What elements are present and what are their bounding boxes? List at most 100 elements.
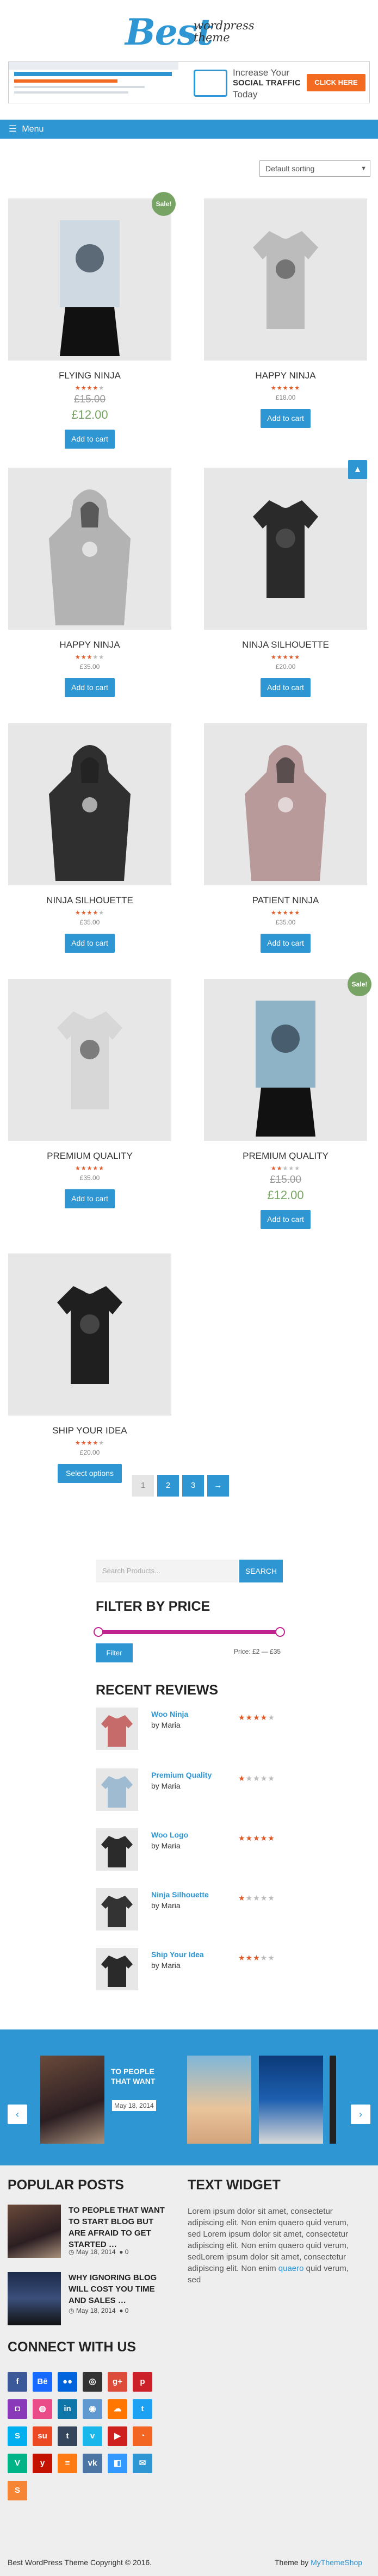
stumbleupon-icon[interactable]: su	[33, 2426, 52, 2446]
review-item[interactable]: Ship Your Idea by Maria ★★★★★	[96, 1948, 281, 1991]
product-card[interactable]: Sale! FLYING NINJA ★★★★★ £15.00 £12.00 Ad…	[8, 192, 176, 449]
email-icon[interactable]: ✉	[133, 2454, 152, 2473]
linkedin-icon[interactable]: in	[58, 2399, 77, 2419]
youtube-icon[interactable]: ▶	[108, 2426, 127, 2446]
page-1[interactable]: 1	[132, 1475, 154, 1497]
add-to-cart-button[interactable]: Select options	[58, 1464, 122, 1483]
review-product-link[interactable]: Premium Quality	[151, 1771, 212, 1779]
add-to-cart-button[interactable]: Add to cart	[65, 1189, 115, 1208]
product-name[interactable]: FLYING NINJA	[8, 370, 171, 381]
reddit-icon[interactable]: ◉	[83, 2399, 102, 2419]
main-menu-bar[interactable]: ☰ Menu	[0, 120, 378, 139]
review-item[interactable]: Woo Logo by Maria ★★★★★	[96, 1828, 281, 1872]
product-name[interactable]: PREMIUM QUALITY	[8, 1151, 171, 1162]
add-to-cart-button[interactable]: Add to cart	[261, 409, 311, 428]
search-button[interactable]: SEARCH	[239, 1560, 283, 1582]
post-title[interactable]: WHY IGNORING BLOG WILL COST YOU TIME AND…	[69, 2272, 166, 2306]
behance-icon[interactable]: Bē	[33, 2372, 52, 2392]
product-card[interactable]: HAPPY NINJA ★★★★★ £35.00 Add to cart	[8, 468, 171, 697]
theme-link[interactable]: MyThemeShop	[311, 2558, 362, 2567]
product-name[interactable]: NINJA SILHOUETTE	[8, 895, 171, 906]
product-image[interactable]	[8, 1253, 171, 1416]
carousel-image-1[interactable]	[40, 2056, 104, 2144]
tumblr-icon[interactable]: t	[58, 2426, 77, 2446]
google-plus-icon[interactable]: g+	[108, 2372, 127, 2392]
product-card[interactable]: Sale! PREMIUM QUALITY ★★★★★ £15.00 £12.00…	[204, 972, 371, 1229]
pinterest-icon[interactable]: p	[133, 2372, 152, 2392]
review-thumbnail[interactable]	[96, 1888, 138, 1931]
product-image[interactable]	[204, 198, 367, 361]
vimeo-icon[interactable]: v	[83, 2426, 102, 2446]
product-card[interactable]: NINJA SILHOUETTE ★★★★★ £35.00 Add to car…	[8, 723, 171, 953]
post-title[interactable]: TO PEOPLE THAT WANT TO START BLOG BUT AR…	[69, 2205, 166, 2250]
sorting-select[interactable]: Default sorting ▼	[259, 160, 370, 177]
slider-handle-max[interactable]	[275, 1627, 285, 1637]
flickr-icon[interactable]: ●●	[58, 2372, 77, 2392]
add-to-cart-button[interactable]: Add to cart	[261, 934, 311, 953]
product-name[interactable]: PREMIUM QUALITY	[204, 1151, 367, 1162]
scroll-to-top-button[interactable]: ▲	[348, 460, 367, 479]
popular-post-1[interactable]: TO PEOPLE THAT WANT TO START BLOG BUT AR…	[8, 2205, 171, 2259]
product-image[interactable]	[204, 468, 367, 630]
product-card[interactable]: SHIP YOUR IDEA ★★★★★ £20.00 Select optio…	[8, 1253, 171, 1483]
carousel-next-button[interactable]: ›	[351, 2105, 370, 2124]
price-slider[interactable]	[94, 1627, 285, 1637]
product-image[interactable]	[204, 979, 367, 1141]
next-page[interactable]: →	[207, 1475, 229, 1497]
page-3[interactable]: 3	[182, 1475, 204, 1497]
review-product-link[interactable]: Ninja Silhouette	[151, 1890, 209, 1899]
review-item[interactable]: Premium Quality by Maria ★★★★★	[96, 1768, 281, 1812]
site-logo[interactable]: Best wordpress theme	[125, 11, 255, 54]
yelp-icon[interactable]: y	[33, 2454, 52, 2473]
review-item[interactable]: Woo Ninja by Maria ★★★★★	[96, 1708, 281, 1751]
carousel-prev-button[interactable]: ‹	[8, 2105, 27, 2124]
ad-click-button[interactable]: CLICK HERE	[307, 74, 365, 91]
product-card[interactable]: HAPPY NINJA ★★★★★ £18.00 Add to cart	[204, 198, 367, 428]
product-card[interactable]: PATIENT NINJA ★★★★★ £35.00 Add to cart	[204, 723, 367, 953]
product-image[interactable]	[8, 198, 171, 361]
review-item[interactable]: Ninja Silhouette by Maria ★★★★★	[96, 1888, 281, 1932]
twitter-icon[interactable]: t	[133, 2399, 152, 2419]
review-thumbnail[interactable]	[96, 1828, 138, 1871]
github-icon[interactable]: ◎	[83, 2372, 102, 2392]
review-product-link[interactable]: Woo Logo	[151, 1830, 188, 1839]
instagram-icon[interactable]: ◘	[8, 2399, 27, 2419]
add-to-cart-button[interactable]: Add to cart	[65, 934, 115, 953]
facebook-icon[interactable]: f	[8, 2372, 27, 2392]
filter-button[interactable]: Filter	[96, 1643, 133, 1662]
dribbble-icon[interactable]: ◍	[33, 2399, 52, 2419]
review-product-link[interactable]: Woo Ninja	[151, 1710, 188, 1718]
product-name[interactable]: HAPPY NINJA	[204, 370, 367, 381]
review-thumbnail[interactable]	[96, 1708, 138, 1750]
stack-exchange-icon[interactable]: S	[8, 2481, 27, 2500]
rss-icon[interactable]: ◔	[133, 2426, 152, 2446]
carousel-image-3[interactable]	[259, 2056, 323, 2144]
text-widget-link[interactable]: quaero	[278, 2264, 304, 2273]
product-card[interactable]: NINJA SILHOUETTE ★★★★★ £20.00 Add to car…	[204, 468, 367, 697]
product-image[interactable]	[8, 979, 171, 1141]
carousel-image-4[interactable]	[330, 2056, 336, 2144]
add-to-cart-button[interactable]: Add to cart	[65, 430, 115, 449]
product-card[interactable]: PREMIUM QUALITY ★★★★★ £35.00 Add to cart	[8, 979, 171, 1208]
post-thumbnail[interactable]	[8, 2205, 61, 2258]
add-to-cart-button[interactable]: Add to cart	[261, 1210, 311, 1229]
product-name[interactable]: NINJA SILHOUETTE	[204, 640, 367, 650]
delicious-icon[interactable]: ◧	[108, 2454, 127, 2473]
popular-post-2[interactable]: WHY IGNORING BLOG WILL COST YOU TIME AND…	[8, 2272, 171, 2326]
post-thumbnail[interactable]	[8, 2272, 61, 2325]
vine-icon[interactable]: V	[8, 2454, 27, 2473]
slider-handle-min[interactable]	[94, 1627, 103, 1637]
ad-banner[interactable]: Increase Your SOCIAL TRAFFIC Today CLICK…	[8, 61, 370, 103]
soundcloud-icon[interactable]: ☁	[108, 2399, 127, 2419]
search-input[interactable]: Search Products...	[96, 1560, 238, 1582]
add-to-cart-button[interactable]: Add to cart	[65, 678, 115, 697]
skype-icon[interactable]: S	[8, 2426, 27, 2446]
page-2[interactable]: 2	[157, 1475, 179, 1497]
review-thumbnail[interactable]	[96, 1768, 138, 1811]
vk-icon[interactable]: vk	[83, 2454, 102, 2473]
carousel-image-2[interactable]	[187, 2056, 251, 2144]
product-image[interactable]	[8, 468, 171, 630]
product-image[interactable]	[8, 723, 171, 885]
product-name[interactable]: PATIENT NINJA	[204, 895, 367, 906]
carousel-caption[interactable]: TO PEOPLE THAT WANT	[111, 2066, 165, 2086]
